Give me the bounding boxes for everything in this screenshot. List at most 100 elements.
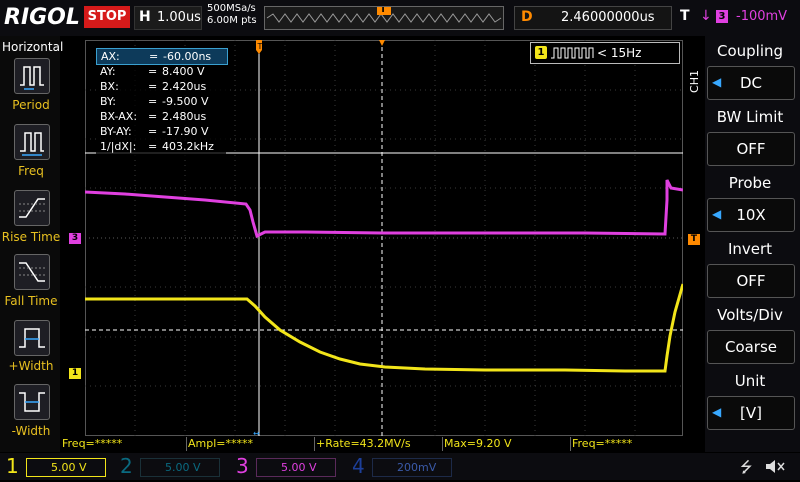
- volts-div-title: Volts/Div: [717, 306, 783, 324]
- fall-time-icon: [19, 262, 45, 282]
- measurement-text: +Rate=43.2MV/s: [316, 437, 411, 450]
- trigger-time-marker-label: T: [257, 42, 263, 51]
- freq-button[interactable]: [14, 124, 50, 160]
- measurement-text: Max=9.20 V: [444, 437, 512, 450]
- unit-value: [V]: [740, 404, 762, 422]
- invert-title: Invert: [727, 240, 773, 258]
- cursor-row-eq: =: [148, 80, 158, 93]
- cursor-row-ay: AY: = 8.400 V: [96, 64, 226, 79]
- cursor-row-name: BX-AX:: [100, 110, 138, 123]
- trigger-level-marker[interactable]: T: [688, 234, 700, 245]
- coupling-button[interactable]: ◀ DC: [707, 66, 795, 100]
- rise-time-button[interactable]: [14, 190, 50, 226]
- cursor-row-eq: =: [148, 95, 158, 108]
- delay-value: 2.46000000us: [561, 10, 655, 25]
- cursor-row-ax: AX: = -60.00ns: [96, 48, 228, 65]
- measurement-item[interactable]: +Rate=43.2MV/s: [314, 437, 443, 451]
- horizontal-key: H: [139, 9, 151, 25]
- cursor-row-by-ay: BY-AY: = -17.90 V: [96, 124, 226, 139]
- channel-1-scale-value: 5.00 V: [51, 461, 87, 474]
- timebase-box[interactable]: H 1.00us: [134, 6, 202, 30]
- cursor-row-name: 1/|dX|:: [100, 140, 137, 153]
- unit-title: Unit: [734, 372, 766, 390]
- sample-rate: 500MSa/s: [207, 3, 256, 14]
- cursor-row-value: 2.420us: [162, 80, 207, 93]
- period-button[interactable]: [14, 58, 50, 94]
- positive-width-icon: [19, 328, 45, 348]
- cursor-row-value: -9.500 V: [162, 95, 209, 108]
- counter-channel-badge: 1: [535, 46, 547, 59]
- delay-position-marker: [379, 40, 385, 46]
- volts-div-button[interactable]: Coarse: [707, 330, 795, 364]
- measurement-item[interactable]: Freq=*****: [60, 437, 187, 451]
- volts-div-value: Coarse: [724, 338, 778, 356]
- fall-time-button[interactable]: [14, 254, 50, 290]
- cursor-row-eq: =: [149, 50, 159, 63]
- cursor-row-name: BX:: [100, 80, 119, 93]
- brand-logo: RIGOL: [4, 5, 80, 30]
- cursor-row-eq: =: [148, 140, 158, 153]
- channel-3-waveform: [85, 179, 683, 239]
- coupling-value: DC: [739, 74, 763, 92]
- channel-3-offset-marker[interactable]: 3: [69, 233, 81, 244]
- channel-4-scale[interactable]: 200mV: [372, 458, 452, 477]
- channel-4-scale-value: 200mV: [397, 461, 437, 474]
- rise-time-icon: [19, 198, 45, 218]
- channel-1-offset-marker[interactable]: 1: [69, 368, 81, 379]
- channel-1-waveform: [85, 283, 683, 373]
- trigger-key: T: [680, 8, 690, 24]
- cursor-readout-panel: AX: = -60.00ns AY: = 8.400 V BX: = 2.420…: [96, 48, 228, 156]
- measurement-text: Ampl=*****: [188, 437, 253, 450]
- period-label: Period: [12, 98, 50, 112]
- negative-width-icon: [19, 392, 45, 412]
- measurement-item[interactable]: Freq=*****: [570, 437, 684, 451]
- cursor-row-value: -60.00ns: [163, 50, 212, 63]
- unit-button[interactable]: ◀ [V]: [707, 396, 795, 430]
- cursor-row-name: BY:: [100, 95, 116, 108]
- channel-tab: CH1: [688, 70, 701, 93]
- freq-icon: [20, 132, 44, 156]
- cursor-row-name: BY-AY:: [100, 125, 132, 138]
- channel-3-number[interactable]: 3: [236, 453, 249, 480]
- probe-button[interactable]: ◀ 10X: [707, 198, 795, 232]
- run-stop-indicator[interactable]: STOP: [84, 6, 130, 28]
- bw-limit-button[interactable]: OFF: [707, 132, 795, 166]
- negative-width-label: -Width: [11, 424, 51, 438]
- invert-button[interactable]: OFF: [707, 264, 795, 298]
- channel-3-scale[interactable]: 5.00 V: [256, 458, 336, 477]
- cursor-row-by: BY: = -9.500 V: [96, 94, 226, 109]
- cursor-row-name: AX:: [101, 50, 120, 63]
- cursor-row-eq: =: [148, 110, 158, 123]
- measurement-text: Freq=*****: [62, 437, 123, 450]
- delay-box[interactable]: D 2.46000000us: [514, 6, 672, 30]
- measurement-item[interactable]: Max=9.20 V: [442, 437, 571, 451]
- cursor-a-handle-icon[interactable]: ↔: [253, 429, 260, 436]
- channel-1-number[interactable]: 1: [6, 453, 19, 480]
- counter-value: < 15Hz: [597, 46, 642, 60]
- channel-1-scale[interactable]: 5.00 V: [26, 458, 106, 477]
- speaker-muted-icon[interactable]: [764, 458, 786, 475]
- negative-width-button[interactable]: [14, 384, 50, 420]
- top-status-bar: RIGOL STOP H 1.00us 500MSa/s 6.00M pts T…: [0, 0, 800, 36]
- channel-4-number[interactable]: 4: [352, 453, 365, 480]
- trigger-frequency-counter: 1 < 15Hz: [530, 42, 680, 64]
- channel-2-number[interactable]: 2: [120, 453, 133, 480]
- freq-label: Freq: [18, 164, 44, 178]
- memory-position-bar[interactable]: T: [264, 6, 504, 30]
- usb-icon: ⭍: [740, 458, 753, 476]
- channel-2-scale[interactable]: 5.00 V: [140, 458, 220, 477]
- measurement-item[interactable]: Ampl=*****: [186, 437, 315, 451]
- pulse-train-icon: [551, 47, 594, 59]
- memory-depth: 6.00M pts: [207, 15, 257, 26]
- bw-limit-title: BW Limit: [716, 108, 784, 126]
- timebase-value: 1.00us: [157, 10, 201, 25]
- positive-width-label: +Width: [8, 359, 54, 373]
- trigger-box[interactable]: T ↓ 3 -100mV: [676, 6, 798, 28]
- cursor-row-value: 2.480us: [162, 110, 207, 123]
- positive-width-button[interactable]: [14, 320, 50, 356]
- trigger-position-label: T: [380, 6, 387, 15]
- cursor-row-inv-dx: 1/|dX|: = 403.2kHz: [96, 139, 226, 154]
- rise-time-label: Rise Time: [1, 230, 61, 244]
- cursor-row-eq: =: [148, 65, 158, 78]
- cursor-row-value: 8.400 V: [162, 65, 205, 78]
